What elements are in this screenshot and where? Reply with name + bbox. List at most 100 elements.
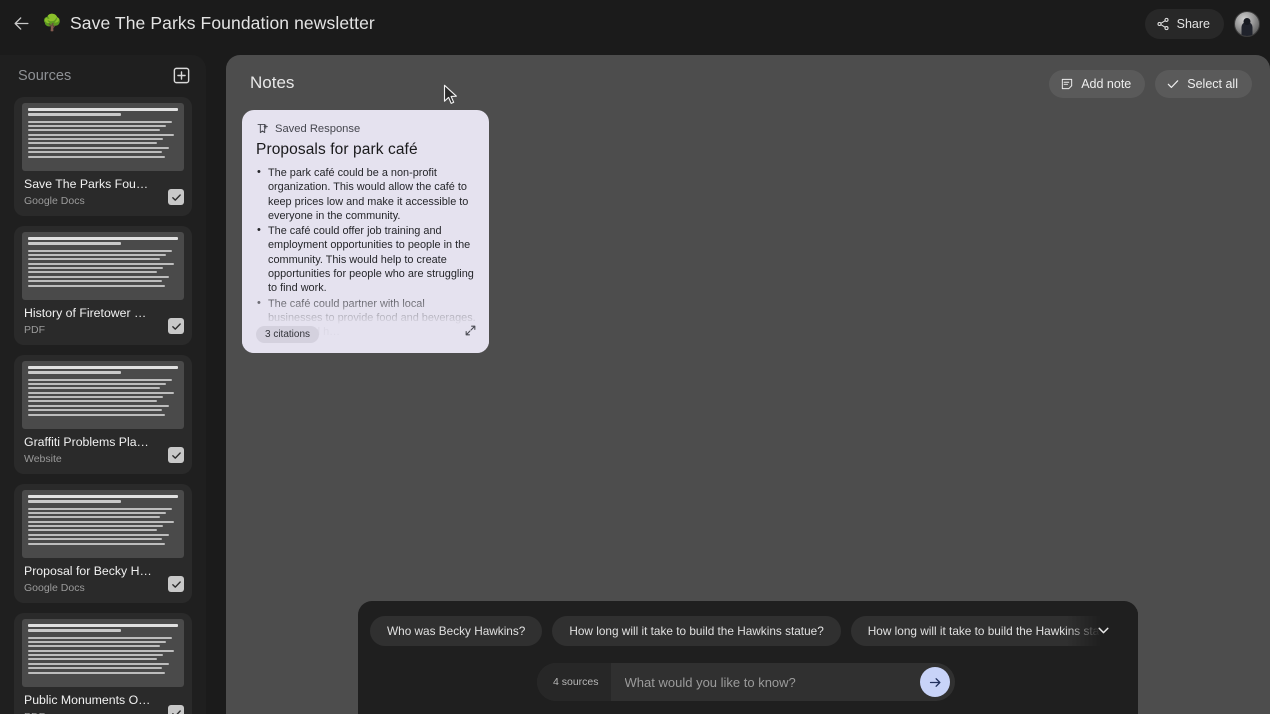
check-icon [171, 709, 181, 714]
source-type: Google Docs [24, 582, 85, 594]
note-title: Proposals for park café [256, 141, 418, 158]
expand-icon [465, 325, 476, 336]
saved-response-label: Saved Response [275, 122, 361, 135]
back-button[interactable] [6, 9, 36, 39]
source-type: Website [24, 453, 62, 465]
top-bar-actions: Share [1144, 0, 1260, 47]
thumb-text-line [28, 516, 160, 519]
source-title: Graffiti Problems Plague Fir... [24, 435, 182, 449]
source-title: Public Monuments Ordinan... [24, 693, 182, 707]
sources-list: Save The Parks Foundation... Google Docs H… [0, 97, 206, 714]
select-all-button[interactable]: Select all [1155, 70, 1252, 98]
chevron-down-icon [1097, 627, 1109, 633]
source-checkbox[interactable] [168, 576, 184, 592]
share-button[interactable]: Share [1144, 8, 1224, 39]
citations-badge[interactable]: 3 citations [256, 326, 320, 343]
notes-actions: Add note Select all [1049, 70, 1252, 98]
note-bullet: The park café could be a non-profit orga… [256, 165, 477, 223]
thumb-text-line [28, 511, 166, 514]
sources-header: Sources [0, 55, 206, 97]
thumb-text-line [28, 142, 157, 145]
source-thumbnail [22, 232, 184, 300]
suggestion-chip[interactable]: Who was Becky Hawkins? [370, 616, 543, 646]
thumb-text-line [28, 253, 166, 256]
check-icon [171, 451, 181, 459]
suggestion-chip[interactable]: How long will it take to build the Hawki… [552, 616, 841, 646]
source-checkbox[interactable] [168, 318, 184, 334]
thumb-text-line [28, 525, 163, 528]
thumb-subtitle-line [28, 500, 121, 503]
source-card[interactable]: History of Firetower Square PDF [14, 226, 192, 345]
check-icon [171, 322, 181, 330]
add-source-icon [173, 67, 189, 83]
expand-suggestions-button[interactable] [1090, 617, 1116, 643]
send-button[interactable] [920, 667, 950, 697]
thumb-text-line [28, 662, 169, 665]
share-label: Share [1176, 16, 1210, 31]
source-title: Save The Parks Foundation... [24, 177, 182, 191]
sources-count-button[interactable]: 4 sources [537, 663, 611, 701]
thumb-text-line [28, 645, 160, 648]
source-type: PDF [24, 324, 45, 336]
thumb-text-line [28, 124, 166, 127]
thumb-subtitle-line [28, 242, 121, 245]
thumb-text-line [28, 396, 163, 399]
thumb-text-line [28, 275, 169, 278]
top-bar: 🌳 Save The Parks Foundation newsletter S… [0, 0, 1270, 47]
thumb-text-line [28, 507, 172, 510]
sources-heading: Sources [18, 68, 72, 84]
thumb-text-line [28, 658, 157, 661]
source-checkbox[interactable] [168, 189, 184, 205]
thumb-text-line [28, 649, 174, 652]
thumb-text-line [28, 120, 172, 123]
source-checkbox[interactable] [168, 447, 184, 463]
expand-note-button[interactable] [464, 324, 477, 342]
source-meta: Public Monuments Ordinan...PDF [14, 687, 192, 714]
saved-response-icon [257, 123, 268, 134]
source-title: History of Firetower Square [24, 306, 174, 320]
thumb-text-line [28, 151, 162, 154]
source-meta: Proposal for Becky Hawkin... Google Docs [14, 558, 192, 603]
add-note-button[interactable]: Add note [1049, 70, 1146, 98]
app-emoji: 🌳 [42, 14, 62, 32]
note-card[interactable]: Saved Response Proposals for park café T… [242, 110, 489, 353]
saved-response-badge: Saved Response [256, 122, 477, 135]
thumb-text-line [28, 671, 165, 674]
thumb-title-line [28, 366, 178, 369]
thumb-title-line [28, 495, 178, 498]
notes-header: Notes Add note Select all [226, 55, 1270, 111]
thumb-text-line [28, 667, 162, 670]
thumb-text-line [28, 284, 165, 287]
check-icon [171, 580, 181, 588]
chat-input[interactable] [610, 674, 920, 690]
thumb-text-line [28, 133, 174, 136]
thumb-text-line [28, 520, 174, 523]
thumb-subtitle-line [28, 629, 121, 632]
thumb-text-line [28, 413, 165, 416]
source-checkbox[interactable] [168, 705, 184, 714]
thumb-text-line [28, 146, 169, 149]
notes-heading: Notes [250, 73, 295, 92]
sources-panel: Sources Save The Parks Foundation... Goog… [0, 55, 206, 714]
add-source-button[interactable] [170, 64, 192, 86]
thumb-subtitle-line [28, 371, 121, 374]
thumb-text-line [28, 262, 174, 265]
source-card[interactable]: Public Monuments Ordinan...PDF [14, 613, 192, 714]
source-card[interactable]: Graffiti Problems Plague Fir... Website [14, 355, 192, 474]
thumb-text-line [28, 542, 165, 545]
chat-bar: Who was Becky Hawkins? How long will it t… [358, 601, 1138, 714]
thumb-text-line [28, 404, 169, 407]
avatar[interactable] [1234, 10, 1260, 37]
source-card[interactable]: Save The Parks Foundation... Google Docs [14, 97, 192, 216]
source-card[interactable]: Proposal for Becky Hawkin... Google Docs [14, 484, 192, 603]
note-bullet: The café could offer job training and em… [256, 223, 477, 295]
thumb-text-line [28, 382, 166, 385]
source-thumbnail [22, 361, 184, 429]
source-meta: Graffiti Problems Plague Fir... Website [14, 429, 192, 474]
note-body: The park café could be a non-profit orga… [256, 165, 477, 340]
thumb-text-line [28, 640, 166, 643]
source-type: Google Docs [24, 195, 85, 207]
thumb-text-line [28, 138, 163, 141]
select-all-label: Select all [1187, 77, 1238, 91]
chat-input-row: 4 sources [537, 663, 955, 701]
